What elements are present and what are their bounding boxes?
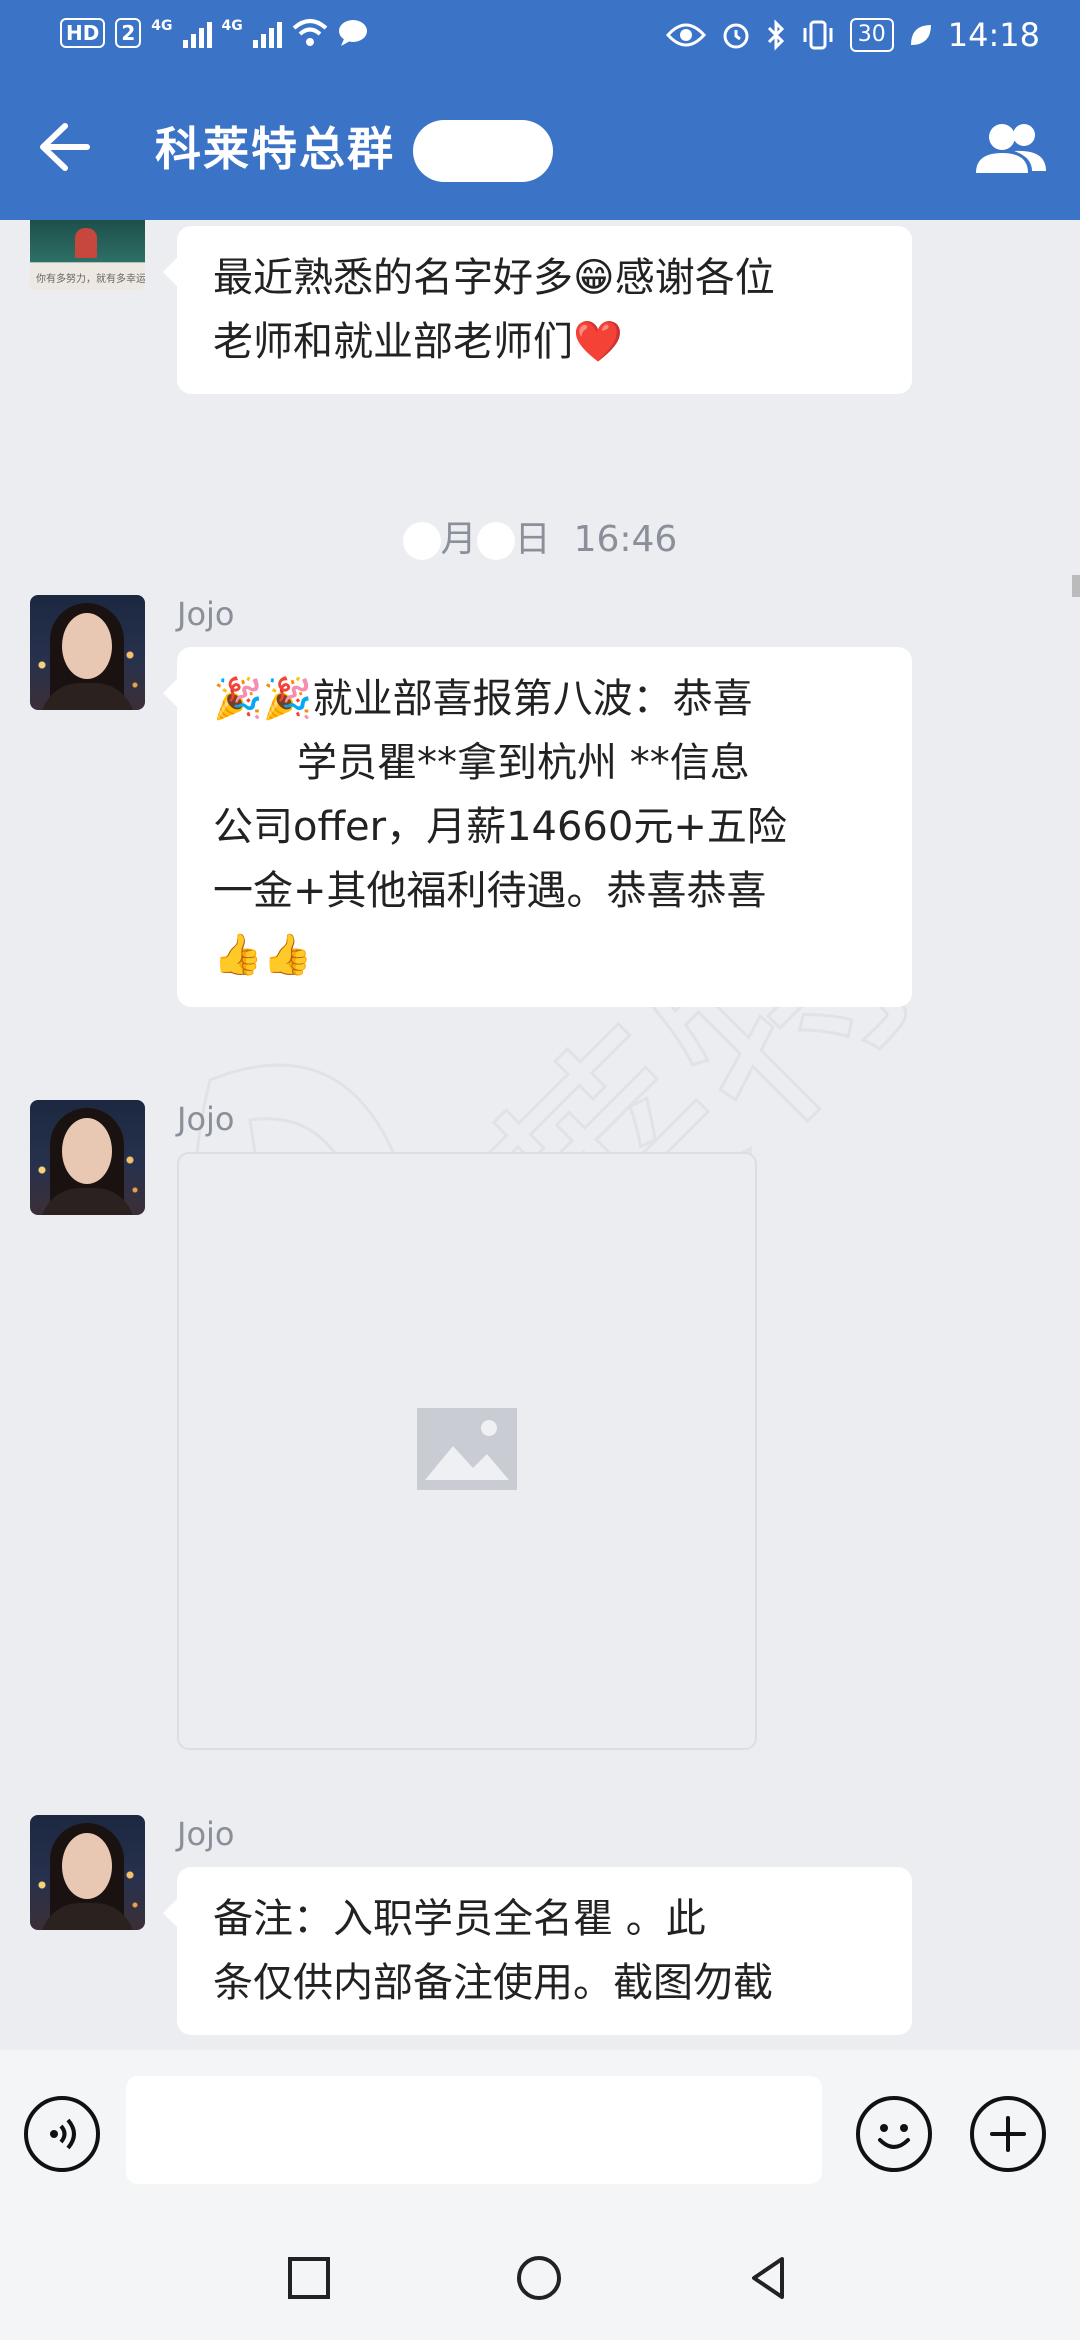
message-line: 公司offer，月薪14660元+五险 xyxy=(213,804,787,850)
bluetooth-icon xyxy=(767,19,784,51)
message-bubble-icon xyxy=(338,20,367,46)
redaction-blob xyxy=(402,522,441,560)
message-line: 一金+其他福利待遇。恭喜恭喜 xyxy=(213,868,767,914)
timestamp-time: 16:46 xyxy=(573,519,678,560)
sim-badge: 2 xyxy=(115,18,142,48)
redaction-blob xyxy=(413,120,553,182)
message-line: 👍👍 xyxy=(213,932,313,978)
avatar[interactable] xyxy=(30,595,145,710)
emoji-icon xyxy=(878,2124,910,2149)
vibrate-icon xyxy=(803,20,833,50)
message-line: 备注：入职学员全名瞿 。此 xyxy=(213,1896,706,1942)
group-members-icon[interactable] xyxy=(970,115,1050,185)
message-input-bar xyxy=(0,2050,1080,2215)
image-message-placeholder[interactable] xyxy=(177,1152,757,1750)
eye-icon xyxy=(665,23,706,47)
message-line: 最近熟悉的名字好多😁感谢各位 xyxy=(213,255,775,301)
square-recents-icon[interactable] xyxy=(284,2253,334,2303)
back-arrow-icon[interactable] xyxy=(35,110,95,185)
avatar[interactable]: 你有多努力，就有多幸运 xyxy=(30,220,145,290)
battery-indicator: 30 xyxy=(849,18,894,52)
status-bar: HD 2 4G 4G 30 14:18 xyxy=(0,0,1080,75)
signal-2-icon xyxy=(252,18,282,48)
sender-name: Jojo xyxy=(177,1100,235,1138)
network-1-label: 4G xyxy=(151,18,173,34)
network-2-label: 4G xyxy=(221,18,243,34)
circle-home-icon[interactable] xyxy=(514,2253,564,2303)
emoji-button[interactable] xyxy=(856,2096,932,2172)
message-list[interactable]: KELOTE 科莱特 你有多努力，就有多幸运 最近熟悉的名字好多😁感谢各位 老师… xyxy=(0,220,1080,2050)
message-bubble[interactable]: 🎉🎉就业部喜报第八波：恭喜 学员瞿**拿到杭州 **信息 公司offer，月薪1… xyxy=(163,647,912,1007)
voice-input-button[interactable] xyxy=(24,2096,100,2172)
message-line: 🎉🎉就业部喜报第八波：恭喜 xyxy=(213,676,753,722)
message-text-input[interactable] xyxy=(126,2076,822,2184)
clock-time: 14:18 xyxy=(947,16,1040,54)
status-right: 30 14:18 xyxy=(665,16,1040,54)
sender-name: Jojo xyxy=(177,595,235,633)
image-placeholder-icon xyxy=(417,1408,517,1490)
more-plus-icon xyxy=(990,2116,1026,2152)
avatar[interactable] xyxy=(30,1815,145,1930)
message-line: 学员瞿**拿到杭州 **信息 xyxy=(297,740,750,786)
message-line: 条仅供内部备注使用。截图勿截 xyxy=(213,1960,773,2006)
hd-badge: HD xyxy=(60,18,106,48)
chat-header: 科莱特总群 xyxy=(0,75,1080,220)
redaction-blob xyxy=(476,522,515,560)
alarm-icon xyxy=(723,23,749,49)
scrollbar[interactable] xyxy=(1072,575,1080,597)
system-nav-bar xyxy=(0,2215,1080,2340)
signal-1-icon xyxy=(182,18,212,48)
timestamp-divider: 月日 16:46 xyxy=(0,510,1080,562)
message-bubble[interactable]: 最近熟悉的名字好多😁感谢各位 老师和就业部老师们❤️ xyxy=(163,226,912,394)
sender-name: Jojo xyxy=(177,1815,235,1853)
leaf-icon xyxy=(910,25,931,45)
triangle-back-icon[interactable] xyxy=(744,2253,794,2303)
avatar[interactable] xyxy=(30,1100,145,1215)
status-left: HD 2 4G 4G xyxy=(60,18,368,48)
more-plus-button[interactable] xyxy=(970,2096,1046,2172)
group-title: 科莱特总群 xyxy=(155,122,395,176)
message-bubble[interactable]: 备注：入职学员全名瞿 。此 条仅供内部备注使用。截图勿截 xyxy=(163,1867,912,2035)
voice-input-icon xyxy=(50,2118,76,2150)
message-line: 老师和就业部老师们❤️ xyxy=(213,319,623,365)
wifi-icon xyxy=(292,19,328,46)
